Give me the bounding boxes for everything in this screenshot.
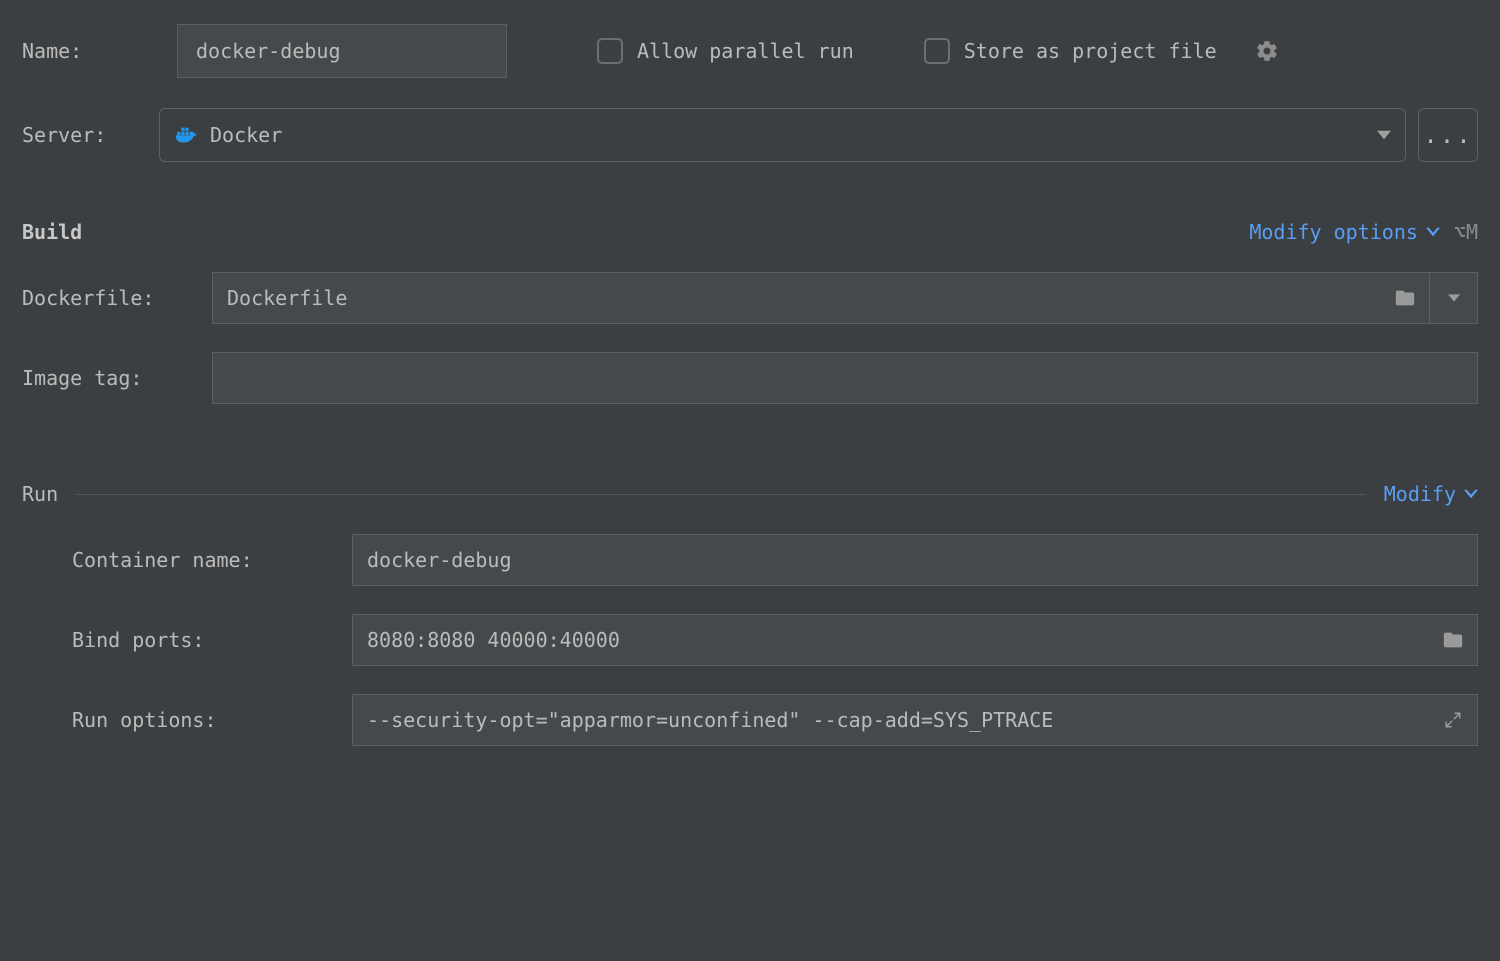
- modify-options-link[interactable]: Modify options: [1249, 220, 1440, 244]
- bind-ports-input[interactable]: [353, 615, 1429, 665]
- ellipsis-icon: ...: [1423, 121, 1472, 149]
- folder-icon[interactable]: [1429, 615, 1477, 665]
- dockerfile-label: Dockerfile:: [22, 286, 212, 310]
- gear-icon[interactable]: [1255, 39, 1279, 63]
- store-project-label: Store as project file: [964, 39, 1217, 63]
- divider: [76, 494, 1366, 495]
- server-label: Server:: [22, 123, 147, 147]
- docker-icon: [174, 122, 200, 148]
- folder-icon[interactable]: [1381, 273, 1429, 323]
- store-as-project-file-checkbox[interactable]: Store as project file: [924, 38, 1217, 64]
- server-browse-button[interactable]: ...: [1418, 108, 1478, 162]
- chevron-down-icon: [1426, 225, 1440, 239]
- container-name-input[interactable]: [353, 535, 1477, 585]
- name-input[interactable]: [177, 24, 507, 78]
- chevron-down-icon: [1448, 292, 1460, 304]
- run-modify-link[interactable]: Modify: [1384, 482, 1478, 506]
- allow-parallel-run-checkbox[interactable]: Allow parallel run: [597, 38, 854, 64]
- run-section-title: Run: [22, 482, 58, 506]
- modify-options-label: Modify options: [1249, 220, 1418, 244]
- server-select[interactable]: Docker: [159, 108, 1406, 162]
- modify-options-shortcut: ⌥M: [1454, 220, 1478, 244]
- run-options-label: Run options:: [72, 708, 352, 732]
- run-modify-label: Modify: [1384, 482, 1456, 506]
- server-value: Docker: [210, 123, 282, 147]
- chevron-down-icon: [1377, 128, 1391, 142]
- build-section-title: Build: [22, 220, 82, 244]
- image-tag-input[interactable]: [213, 353, 1477, 403]
- checkbox-icon: [924, 38, 950, 64]
- run-options-input[interactable]: [353, 695, 1429, 745]
- name-label: Name:: [22, 39, 147, 63]
- allow-parallel-label: Allow parallel run: [637, 39, 854, 63]
- bind-ports-label: Bind ports:: [72, 628, 352, 652]
- dockerfile-input[interactable]: [213, 273, 1381, 323]
- expand-icon[interactable]: [1429, 695, 1477, 745]
- checkbox-icon: [597, 38, 623, 64]
- chevron-down-icon: [1464, 487, 1478, 501]
- container-name-label: Container name:: [72, 548, 352, 572]
- image-tag-label: Image tag:: [22, 366, 212, 390]
- dockerfile-dropdown[interactable]: [1429, 273, 1477, 323]
